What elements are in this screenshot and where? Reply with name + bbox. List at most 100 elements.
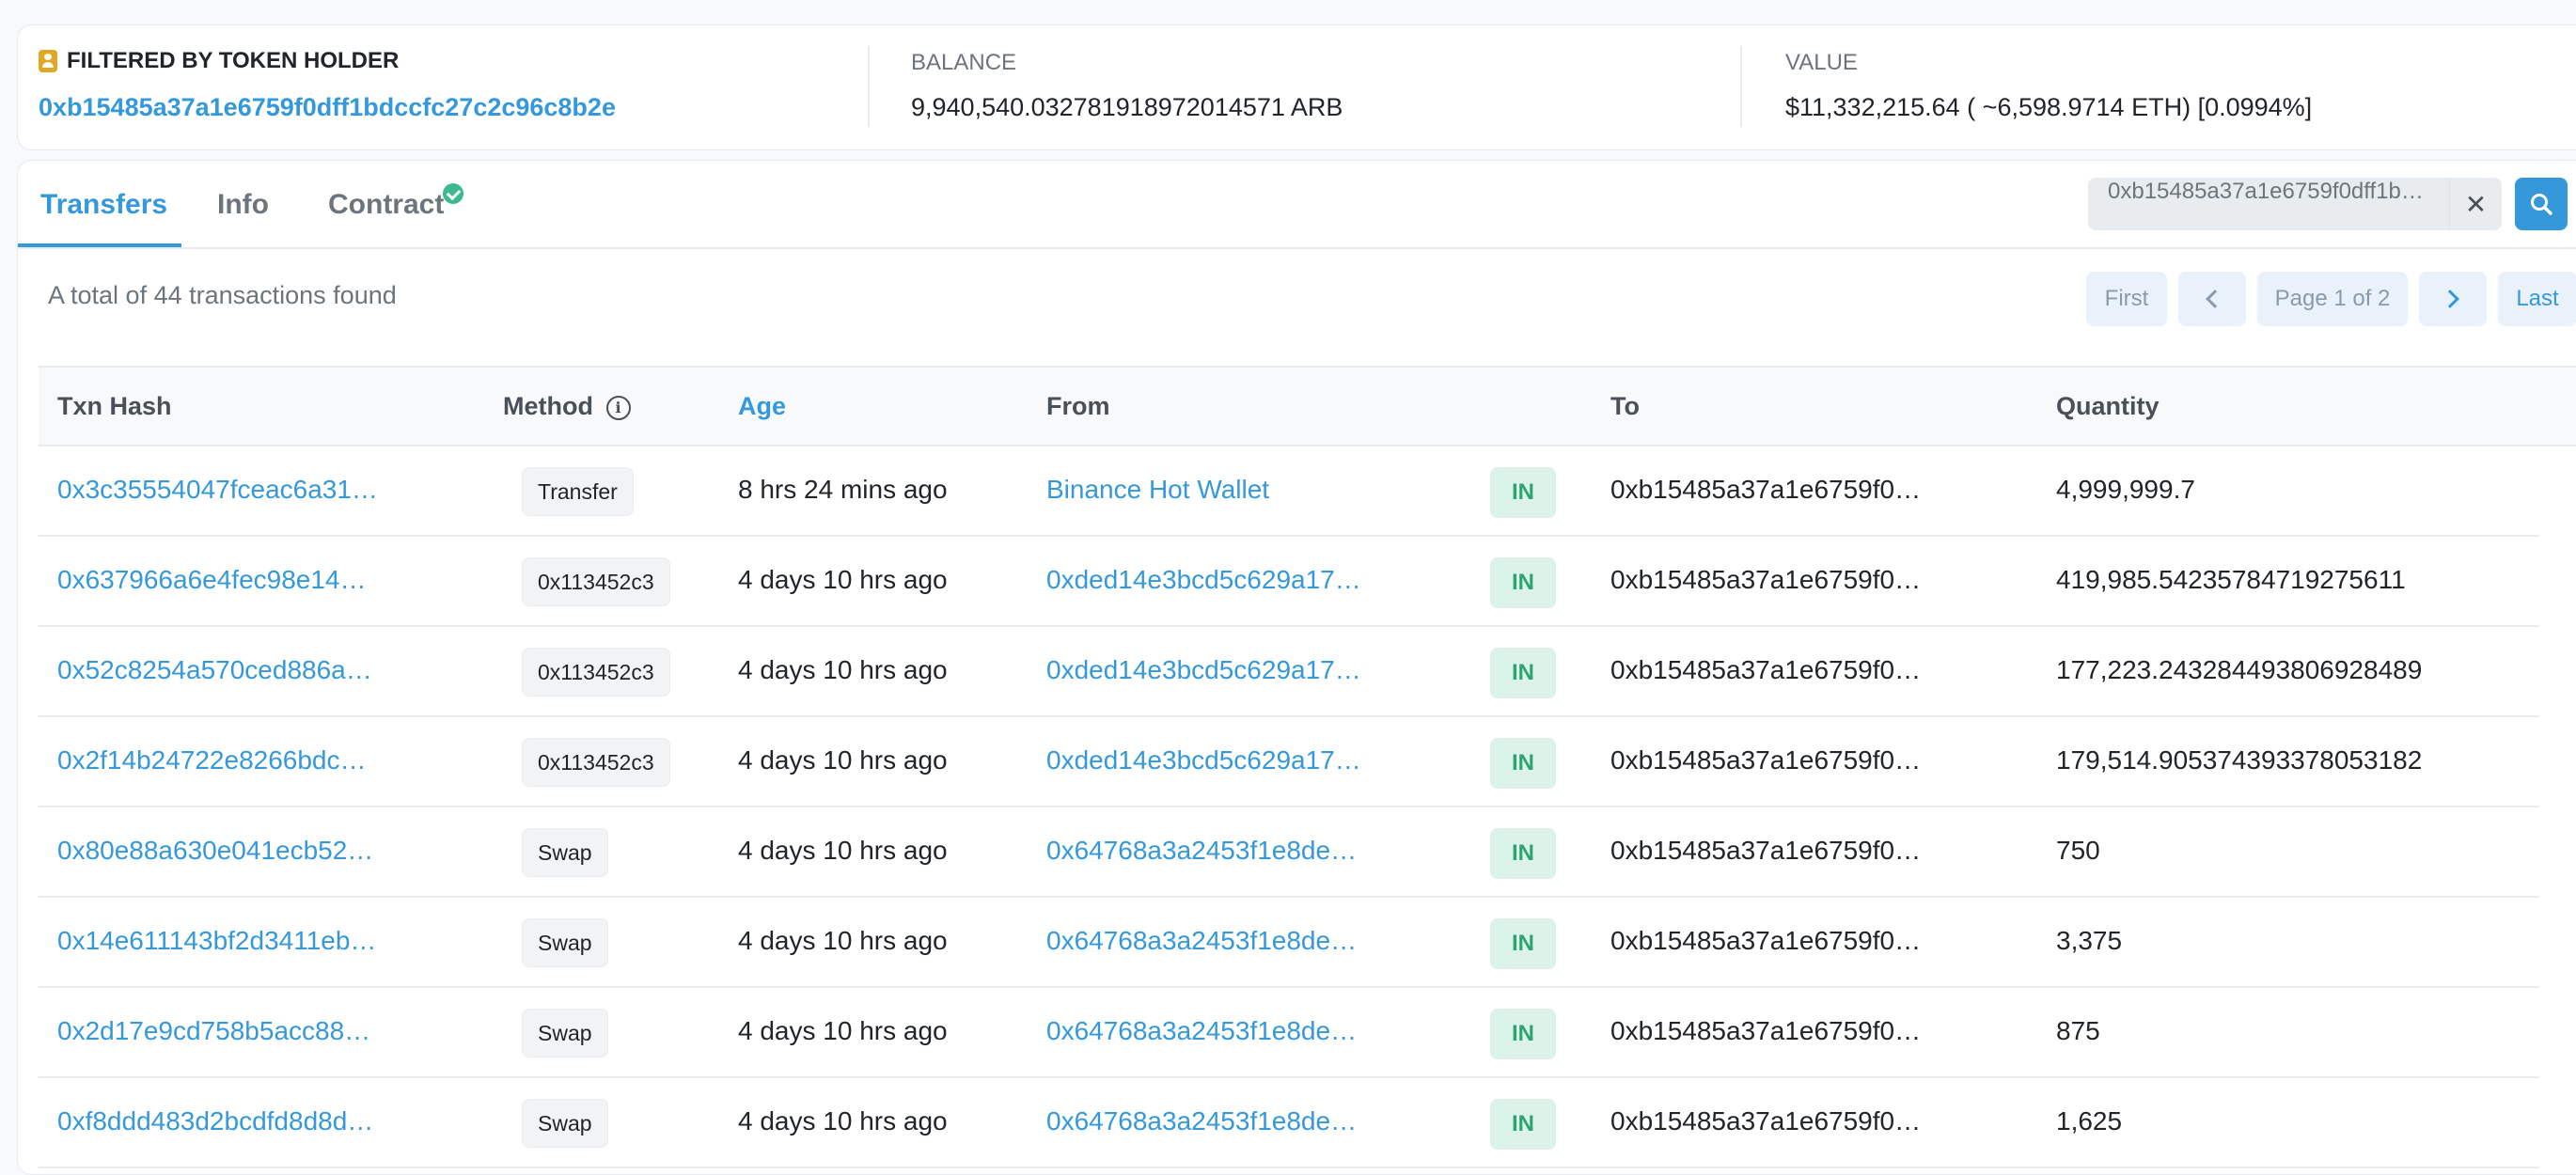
table-header: Txn Hash Method i Age From To Quantity xyxy=(39,366,2576,446)
address-filter-input[interactable]: 0xb15485a37a1e6759f0dff1b… xyxy=(2088,178,2449,230)
search-button[interactable] xyxy=(2515,178,2568,230)
direction-badge: IN xyxy=(1490,1099,1556,1150)
age-text: 4 days 10 hrs ago xyxy=(738,565,948,594)
col-txn-hash: Txn Hash xyxy=(57,392,172,420)
table-row: 0x2f14b24722e8266bdc… 0x113452c3 4 days … xyxy=(39,717,2539,807)
value-section: VALUE $11,332,215.64 ( ~6,598.9714 ETH) … xyxy=(1785,25,2576,151)
search-icon xyxy=(2531,194,2552,215)
direction-badge: IN xyxy=(1490,738,1556,789)
table-row: 0x80e88a630e041ecb52… Swap 4 days 10 hrs… xyxy=(39,807,2539,898)
quantity-value: 875 xyxy=(2056,1016,2100,1045)
txn-hash-link[interactable]: 0x14e611143bf2d3411eb… xyxy=(57,926,376,956)
pagination: First Page 1 of 2 Last xyxy=(2086,272,2576,326)
tab-contract[interactable]: Contract xyxy=(328,189,444,221)
col-method-label: Method xyxy=(503,392,593,420)
transfers-table: Txn Hash Method i Age From To Quantity 0… xyxy=(39,366,2576,1168)
tab-transfers[interactable]: Transfers xyxy=(40,189,167,221)
clear-filter-button[interactable]: ✕ xyxy=(2449,178,2502,230)
method-badge: Swap xyxy=(522,918,608,967)
token-holder-summary: FILTERED BY TOKEN HOLDER 0xb15485a37a1e6… xyxy=(17,24,2576,150)
next-page-button[interactable] xyxy=(2419,272,2487,326)
direction-badge: IN xyxy=(1490,648,1556,698)
holder-label-text: FILTERED BY TOKEN HOLDER xyxy=(67,48,400,73)
age-text: 4 days 10 hrs ago xyxy=(738,926,948,955)
divider xyxy=(868,46,870,127)
method-badge: 0x113452c3 xyxy=(522,557,670,606)
from-address-link[interactable]: 0xded14e3bcd5c629a17… xyxy=(1046,565,1361,595)
table-row: 0x3c35554047fceac6a31… Transfer 8 hrs 24… xyxy=(39,446,2539,537)
method-badge: Transfer xyxy=(522,467,634,516)
divider xyxy=(1740,46,1742,127)
transaction-count: A total of 44 transactions found xyxy=(48,281,397,309)
to-address: 0xb15485a37a1e6759f0… xyxy=(1610,926,1922,955)
value-label: VALUE xyxy=(1785,50,1858,75)
balance-section: BALANCE 9,940,540.032781918972014571 ARB xyxy=(911,25,1757,151)
from-address-link[interactable]: 0x64768a3a2453f1e8de… xyxy=(1046,836,1357,866)
page-indicator: Page 1 of 2 xyxy=(2257,272,2408,326)
table-row: 0x637966a6e4fec98e14… 0x113452c3 4 days … xyxy=(39,537,2539,627)
active-tab-indicator xyxy=(18,243,181,247)
txn-hash-link[interactable]: 0xf8ddd483d2bcdfd8d8d… xyxy=(57,1106,373,1136)
address-filter: 0xb15485a37a1e6759f0dff1b… ✕ xyxy=(2088,178,2568,230)
col-age[interactable]: Age xyxy=(738,392,786,421)
quantity-value: 750 xyxy=(2056,836,2100,865)
method-badge: Swap xyxy=(522,1099,608,1148)
age-text: 4 days 10 hrs ago xyxy=(738,836,948,865)
direction-badge: IN xyxy=(1490,557,1556,608)
method-badge: 0x113452c3 xyxy=(522,738,670,787)
to-address: 0xb15485a37a1e6759f0… xyxy=(1610,1106,1922,1136)
table-row: 0x52c8254a570ced886a… 0x113452c3 4 days … xyxy=(39,627,2539,717)
from-address-link[interactable]: Binance Hot Wallet xyxy=(1046,475,1269,505)
quantity-value: 1,625 xyxy=(2056,1106,2123,1136)
last-page-button[interactable]: Last xyxy=(2498,272,2576,326)
col-from: From xyxy=(1046,392,1110,420)
col-method: Method i xyxy=(503,392,631,421)
txn-hash-link[interactable]: 0x52c8254a570ced886a… xyxy=(57,655,372,685)
from-address-link[interactable]: 0x64768a3a2453f1e8de… xyxy=(1046,926,1357,956)
table-row: 0xf8ddd483d2bcdfd8d8d… Swap 4 days 10 hr… xyxy=(39,1078,2539,1168)
quantity-value: 4,999,999.7 xyxy=(2056,475,2195,504)
quantity-value: 179,514.905374393378053182 xyxy=(2056,745,2423,775)
age-text: 4 days 10 hrs ago xyxy=(738,745,948,775)
table-row: 0x14e611143bf2d3411eb… Swap 4 days 10 hr… xyxy=(39,898,2539,988)
balance-label: BALANCE xyxy=(911,50,1017,75)
value-amount: $11,332,215.64 ( ~6,598.9714 ETH) [0.099… xyxy=(1785,93,2313,121)
txn-hash-link[interactable]: 0x80e88a630e041ecb52… xyxy=(57,836,373,866)
to-address: 0xb15485a37a1e6759f0… xyxy=(1610,836,1922,865)
to-address: 0xb15485a37a1e6759f0… xyxy=(1610,745,1922,775)
from-address-link[interactable]: 0x64768a3a2453f1e8de… xyxy=(1046,1016,1357,1046)
method-badge: Swap xyxy=(522,1009,608,1058)
prev-page-button[interactable] xyxy=(2178,272,2246,326)
direction-badge: IN xyxy=(1490,828,1556,879)
info-icon[interactable]: i xyxy=(605,396,631,420)
direction-badge: IN xyxy=(1490,1009,1556,1059)
balance-value: 9,940,540.032781918972014571 ARB xyxy=(911,93,1343,121)
tab-info[interactable]: Info xyxy=(217,189,269,221)
col-to: To xyxy=(1610,392,1640,420)
direction-badge: IN xyxy=(1490,467,1556,518)
to-address: 0xb15485a37a1e6759f0… xyxy=(1610,1016,1922,1045)
txn-hash-link[interactable]: 0x2f14b24722e8266bdc… xyxy=(57,745,367,776)
col-quantity: Quantity xyxy=(2056,392,2160,420)
table-row: 0x2d17e9cd758b5acc88… Swap 4 days 10 hrs… xyxy=(39,988,2539,1078)
quantity-value: 419,985.54235784719275611 xyxy=(2056,565,2406,594)
txn-hash-link[interactable]: 0x2d17e9cd758b5acc88… xyxy=(57,1016,370,1046)
method-badge: Swap xyxy=(522,828,608,877)
verified-check-icon xyxy=(443,183,463,204)
to-address: 0xb15485a37a1e6759f0… xyxy=(1610,565,1922,594)
txn-hash-link[interactable]: 0x637966a6e4fec98e14… xyxy=(57,565,367,595)
table-body: 0x3c35554047fceac6a31… Transfer 8 hrs 24… xyxy=(39,446,2576,1168)
chevron-right-icon xyxy=(2441,290,2459,308)
first-page-button[interactable]: First xyxy=(2086,272,2167,326)
direction-badge: IN xyxy=(1490,918,1556,969)
holder-address-link[interactable]: 0xb15485a37a1e6759f0dff1bdccfc27c2c96c8b… xyxy=(39,93,616,122)
holder-section: FILTERED BY TOKEN HOLDER 0xb15485a37a1e6… xyxy=(39,25,866,151)
age-text: 8 hrs 24 mins ago xyxy=(738,475,948,504)
from-address-link[interactable]: 0x64768a3a2453f1e8de… xyxy=(1046,1106,1357,1136)
age-text: 4 days 10 hrs ago xyxy=(738,1016,948,1045)
from-address-link[interactable]: 0xded14e3bcd5c629a17… xyxy=(1046,745,1361,776)
quantity-value: 177,223.243284493806928489 xyxy=(2056,655,2423,684)
user-badge-icon xyxy=(39,50,57,72)
from-address-link[interactable]: 0xded14e3bcd5c629a17… xyxy=(1046,655,1361,685)
txn-hash-link[interactable]: 0x3c35554047fceac6a31… xyxy=(57,475,378,505)
